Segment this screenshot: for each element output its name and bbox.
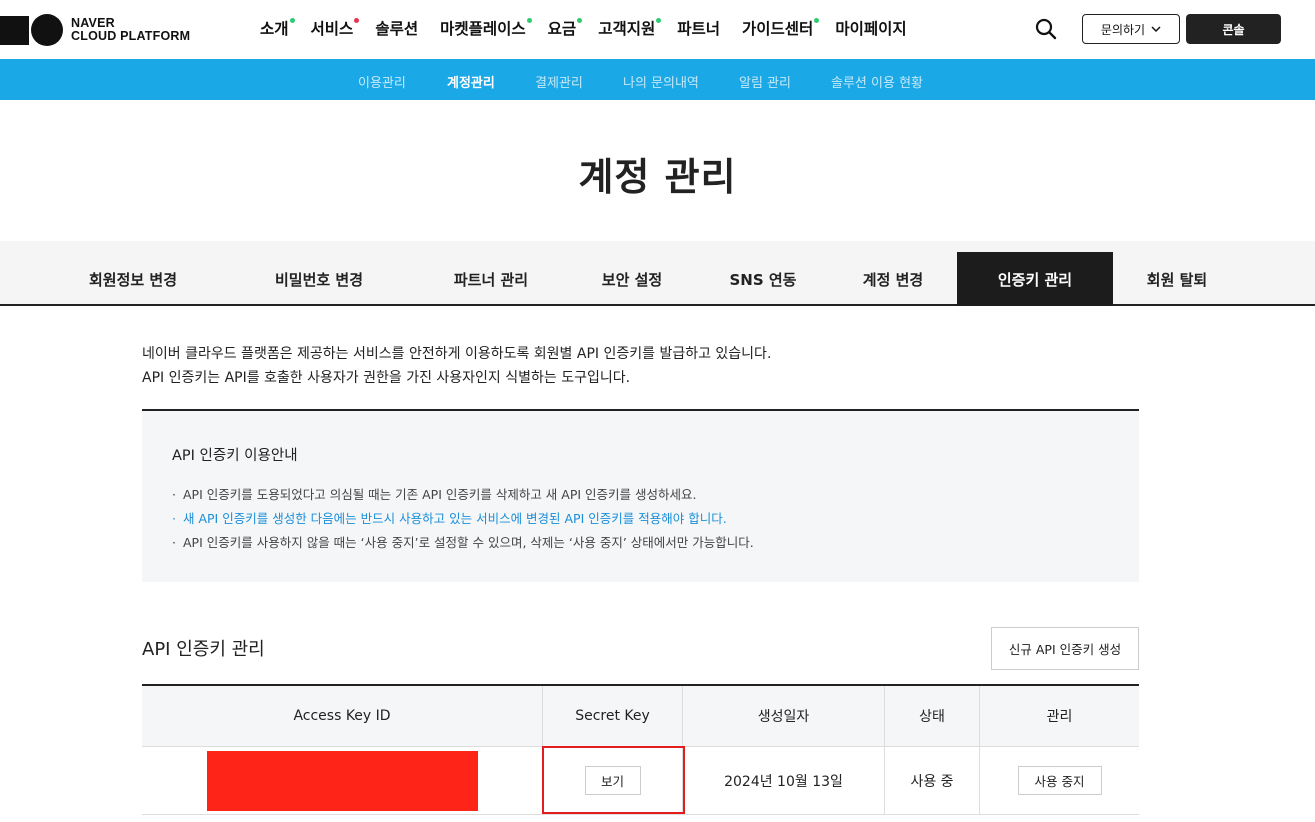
gnb-item-label: 요금 — [547, 20, 577, 38]
secret-key-cell: 보기 — [543, 747, 683, 814]
gnb-item-intro[interactable]: 소개 — [260, 17, 295, 39]
tab-api-keys[interactable]: 인증키 관리 — [957, 252, 1113, 306]
status-text: 사용 중 — [885, 747, 980, 814]
subnav-item-solution-usage[interactable]: 솔루션 이용 현황 — [831, 72, 923, 91]
header-manage: 관리 — [1046, 709, 1073, 725]
chevron-down-icon — [1151, 25, 1161, 32]
intro-line2: API 인증키는 API를 호출한 사용자가 권한을 가진 사용자인지 식별하는… — [142, 370, 631, 386]
search-icon[interactable] — [1034, 17, 1058, 41]
subnav-item-usage[interactable]: 이용관리 — [358, 72, 406, 91]
gnb-item-label: 마켓플레이스 — [440, 20, 526, 38]
access-key-cell — [142, 747, 543, 814]
gnb-item-label: 가이드센터 — [742, 20, 814, 38]
gnb-item-label: 소개 — [260, 20, 289, 38]
account-tabbar: 회원정보 변경 비밀번호 변경 파트너 관리 보안 설정 SNS 연동 계정 변… — [0, 241, 1315, 306]
created-date: 2024년 10월 13일 — [683, 747, 885, 814]
new-indicator-dot — [656, 18, 662, 23]
show-secret-key-button[interactable]: 보기 — [584, 766, 641, 795]
tab-security[interactable]: 보안 설정 — [561, 252, 703, 306]
gnb-item-solutions[interactable]: 솔루션 — [375, 17, 418, 39]
api-key-section-title: API 인증키 관리 — [142, 639, 265, 660]
tab-withdraw[interactable]: 회원 탈퇴 — [1106, 252, 1248, 306]
naver-cloud-logo[interactable]: NAVER CLOUD PLATFORM — [0, 14, 190, 46]
logo-square-mark — [0, 15, 29, 45]
new-indicator-dot — [577, 18, 583, 23]
gnb-item-pricing[interactable]: 요금 — [547, 17, 583, 39]
logo-line2: CLOUD PLATFORM — [71, 29, 191, 43]
header-secret-key: Secret Key — [543, 686, 683, 746]
redacted-access-key — [206, 750, 478, 811]
header-access-key: Access Key ID — [142, 686, 543, 746]
inquiry-button[interactable]: 문의하기 — [1082, 14, 1180, 44]
header-status: 상태 — [885, 686, 980, 746]
gnb-item-marketplace[interactable]: 마켓플레이스 — [440, 17, 532, 39]
logo-circle-mark — [31, 14, 63, 46]
api-key-table: Access Key ID Secret Key 생성일자 상태 관리 보기 2… — [142, 684, 1139, 815]
console-button[interactable]: 콘솔 — [1186, 14, 1281, 44]
new-indicator-dot — [289, 18, 295, 23]
gnb-item-guide-center[interactable]: 가이드센터 — [742, 17, 820, 39]
gnb-item-label: 솔루션 — [375, 20, 419, 38]
tab-password[interactable]: 비밀번호 변경 — [248, 252, 390, 306]
inquiry-label: 문의하기 — [1100, 22, 1146, 37]
header-created: 생성일자 — [683, 686, 885, 746]
table-header: Access Key ID Secret Key 생성일자 상태 관리 — [142, 686, 1139, 747]
tab-profile[interactable]: 회원정보 변경 — [62, 252, 204, 306]
logo-text: NAVER CLOUD PLATFORM — [71, 17, 190, 43]
table-row: 보기 2024년 10월 13일 사용 중 사용 중지 — [142, 747, 1139, 815]
guide-item-highlight: 새 API 인증키를 생성한 다음에는 반드시 사용하고 있는 서비스에 변경된… — [172, 507, 754, 531]
subnav-item-notifications[interactable]: 알림 관리 — [739, 72, 791, 91]
intro-line1: 네이버 클라우드 플랫폼은 제공하는 서비스를 안전하게 이용하도록 회원별 A… — [142, 346, 772, 362]
new-indicator-dot — [526, 18, 532, 23]
guide-list: API 인증키를 도용되었다고 의심될 때는 기존 API 인증키를 삭제하고 … — [172, 483, 754, 555]
subnav-item-account[interactable]: 계정관리 — [447, 72, 495, 105]
guide-item: API 인증키를 사용하지 않을 때는 ‘사용 중지’로 설정할 수 있으며, … — [172, 531, 754, 555]
subnav-item-inquiries[interactable]: 나의 문의내역 — [623, 72, 699, 91]
tab-account-change[interactable]: 계정 변경 — [822, 252, 964, 306]
api-key-guide-box: API 인증키 이용안내 API 인증키를 도용되었다고 의심될 때는 기존 A… — [142, 409, 1139, 582]
subnav-item-billing[interactable]: 결제관리 — [535, 72, 583, 91]
gnb-item-services[interactable]: 서비스 — [310, 17, 360, 39]
tab-sns[interactable]: SNS 연동 — [692, 252, 834, 306]
suspend-key-button[interactable]: 사용 중지 — [1017, 766, 1102, 795]
gnb-item-label: 마이페이지 — [835, 20, 907, 38]
gnb-item-partners[interactable]: 파트너 — [677, 17, 720, 39]
create-api-key-button[interactable]: 신규 API 인증키 생성 — [991, 627, 1139, 670]
top-header: NAVER CLOUD PLATFORM 소개 서비스 솔루션 마켓플레이스 요금 고객지… — [0, 0, 1315, 59]
guide-item: API 인증키를 도용되었다고 의심될 때는 기존 API 인증키를 삭제하고 … — [172, 483, 754, 507]
page-title: 계정 관리 — [578, 155, 737, 199]
intro-text: 네이버 클라우드 플랫폼은 제공하는 서비스를 안전하게 이용하도록 회원별 A… — [142, 342, 771, 390]
new-indicator-dot — [814, 18, 820, 23]
manage-cell: 사용 중지 — [980, 747, 1139, 814]
gnb-item-support[interactable]: 고객지원 — [598, 17, 662, 39]
gnb-item-label: 서비스 — [310, 20, 354, 38]
sub-nav: 이용관리 계정관리 결제관리 나의 문의내역 알림 관리 솔루션 이용 현황 — [0, 59, 1315, 105]
gnb-item-label: 파트너 — [677, 20, 721, 38]
global-nav: 소개 서비스 솔루션 마켓플레이스 요금 고객지원 파트너 가이드센터 마이페이지 — [260, 17, 929, 39]
new-indicator-dot — [354, 18, 360, 23]
guide-title: API 인증키 이용안내 — [172, 448, 298, 464]
gnb-item-label: 고객지원 — [598, 20, 656, 38]
gnb-item-mypage[interactable]: 마이페이지 — [835, 17, 906, 39]
tab-partner[interactable]: 파트너 관리 — [420, 252, 562, 306]
